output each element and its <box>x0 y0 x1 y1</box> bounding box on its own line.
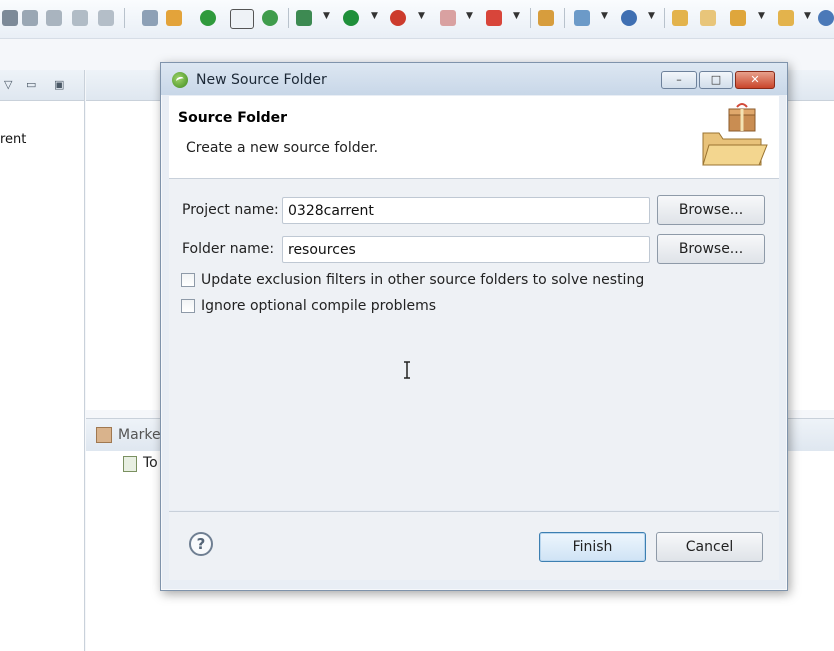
refresh-green-icon[interactable] <box>262 10 278 26</box>
globe-icon[interactable] <box>818 10 834 26</box>
spring-icon[interactable] <box>200 10 216 26</box>
markers-tab[interactable]: Marke <box>118 427 161 443</box>
wizard-content: Project name: Browse... Folder name: Bro… <box>169 179 779 510</box>
folder-name-input[interactable] <box>282 236 650 263</box>
toolbar-separator <box>564 8 565 28</box>
chevron-down-icon[interactable]: ▼ <box>418 11 425 21</box>
maximize-view-icon[interactable]: ▣ <box>54 78 64 91</box>
ignore-compile-label: Ignore optional compile problems <box>201 298 437 314</box>
project-browse-button[interactable]: Browse... <box>657 195 765 225</box>
refresh-icon[interactable] <box>72 10 88 26</box>
task-row-label[interactable]: To <box>143 455 158 471</box>
new-project-icon[interactable] <box>538 10 554 26</box>
update-exclusion-option[interactable]: Update exclusion filters in other source… <box>181 272 661 290</box>
chevron-down-icon[interactable]: ▼ <box>323 11 330 21</box>
project-tree-item[interactable]: rent <box>0 132 26 147</box>
wizard-title: Source Folder <box>178 110 288 126</box>
ignore-compile-checkbox[interactable] <box>181 299 195 313</box>
text-cursor-icon <box>404 361 410 379</box>
package-explorer-header: ▽ ▭ ▣ <box>0 70 84 101</box>
help-icon[interactable]: ? <box>189 532 213 556</box>
run-icon[interactable] <box>343 10 359 26</box>
cancel-button[interactable]: Cancel <box>656 532 763 562</box>
minimize-icon: – <box>676 73 682 86</box>
minimize-button[interactable]: – <box>661 71 697 89</box>
step-icon[interactable] <box>46 10 62 26</box>
run-external-icon[interactable] <box>390 10 406 26</box>
chevron-down-icon[interactable]: ▼ <box>648 11 655 21</box>
stop-icon[interactable] <box>440 10 456 26</box>
new-source-folder-dialog: New Source Folder – □ ✕ Source Folder Cr… <box>160 62 788 591</box>
folder-browse-button[interactable]: Browse... <box>657 234 765 264</box>
close-button[interactable]: ✕ <box>735 71 775 89</box>
skip-breakpoints-icon[interactable] <box>166 10 182 26</box>
dialog-title-bar[interactable]: New Source Folder – □ ✕ <box>161 63 787 95</box>
toolbar-separator <box>664 8 665 28</box>
search-icon[interactable] <box>778 10 794 26</box>
chevron-down-icon[interactable]: ▼ <box>804 11 811 21</box>
finish-button[interactable]: Finish <box>539 532 646 562</box>
main-toolbar: ▼ ▼ ▼ ▼ ▼ ▼ ▼ ▼ ▼ <box>0 0 834 39</box>
brush-icon[interactable] <box>730 10 746 26</box>
chevron-down-icon[interactable]: ▼ <box>758 11 765 21</box>
open-folder-icon[interactable] <box>700 10 716 26</box>
task-icon <box>123 456 137 472</box>
toolbar-separator <box>530 8 531 28</box>
close-icon: ✕ <box>750 73 760 86</box>
chevron-down-icon[interactable]: ▼ <box>513 11 520 21</box>
update-exclusion-checkbox[interactable] <box>181 273 195 287</box>
eclipse-refresh-icon <box>172 72 188 88</box>
toggle-view-icon[interactable] <box>230 9 254 29</box>
folder-package-icon <box>702 103 768 166</box>
new-wizard-icon[interactable] <box>574 10 590 26</box>
wizard-footer: ? Finish Cancel <box>169 512 779 580</box>
debug-icon[interactable] <box>296 10 312 26</box>
new-class-icon[interactable] <box>621 10 637 26</box>
project-name-input[interactable] <box>282 197 650 224</box>
wizard-header: Source Folder Create a new source folder… <box>169 96 779 178</box>
save-all-icon[interactable] <box>2 10 18 26</box>
package-explorer-panel: ▽ ▭ ▣ rent <box>0 70 85 651</box>
maximize-button[interactable]: □ <box>699 71 733 89</box>
toolbar-separator <box>124 8 125 28</box>
update-exclusion-label: Update exclusion filters in other source… <box>201 272 645 288</box>
link-icon[interactable] <box>22 10 38 26</box>
list-icon[interactable] <box>142 10 158 26</box>
toolbar-separator <box>288 8 289 28</box>
history-icon[interactable] <box>98 10 114 26</box>
chevron-down-icon[interactable]: ▼ <box>466 11 473 21</box>
ignore-compile-option[interactable]: Ignore optional compile problems <box>181 298 481 316</box>
chevron-down-icon[interactable]: ▼ <box>601 11 608 21</box>
project-name-label: Project name: <box>182 202 279 218</box>
open-type-icon[interactable] <box>672 10 688 26</box>
maximize-icon: □ <box>710 73 722 86</box>
minimize-view-icon[interactable]: ▭ <box>26 78 36 91</box>
wizard-description: Create a new source folder. <box>186 140 379 156</box>
chevron-down-icon[interactable]: ▼ <box>371 11 378 21</box>
markers-icon <box>96 427 112 443</box>
dialog-title: New Source Folder <box>196 72 327 88</box>
server-icon[interactable] <box>486 10 502 26</box>
folder-name-label: Folder name: <box>182 241 275 257</box>
view-menu-icon[interactable]: ▽ <box>4 78 12 91</box>
